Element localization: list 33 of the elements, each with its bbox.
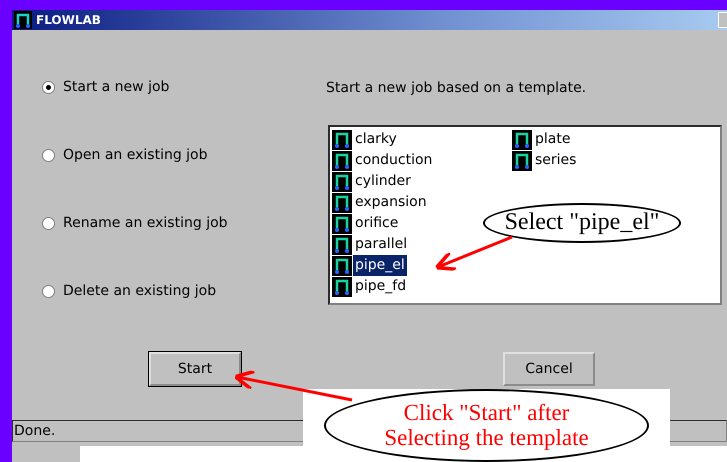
template-icon	[332, 214, 352, 234]
description-text: Start a new job based on a template.	[326, 79, 588, 98]
template-icon	[512, 130, 532, 150]
radio-button[interactable]	[42, 285, 55, 298]
callout-text: Select "pipe_el"	[504, 210, 660, 236]
template-item[interactable]: cylinder	[332, 171, 413, 192]
template-icon	[332, 256, 352, 276]
template-item[interactable]: expansion	[332, 192, 429, 213]
radio-button[interactable]	[42, 149, 55, 162]
app-icon	[14, 11, 32, 29]
template-icon	[512, 150, 532, 170]
template-icon	[332, 150, 352, 170]
template-icon	[332, 234, 352, 254]
template-item[interactable]: orifice	[332, 213, 400, 234]
template-icon	[332, 172, 352, 192]
cancel-button[interactable]: Cancel	[503, 352, 595, 386]
template-icon	[332, 130, 352, 150]
window-title: FLOWLAB	[36, 12, 101, 29]
template-icon	[332, 192, 352, 212]
template-icon	[332, 276, 352, 296]
template-item[interactable]: series	[512, 150, 578, 171]
template-item[interactable]: conduction	[332, 150, 434, 171]
template-item[interactable]: pipe_fd	[332, 276, 408, 297]
template-item[interactable]: clarky	[332, 129, 399, 150]
start-button[interactable]: Start	[149, 352, 241, 386]
radio-button[interactable]	[42, 217, 55, 230]
option-label[interactable]: Open an existing job	[63, 145, 208, 166]
option-label[interactable]: Delete an existing job	[63, 281, 216, 302]
option-label[interactable]: Start a new job	[63, 77, 170, 98]
option-label[interactable]: Rename an existing job	[63, 213, 228, 234]
template-item[interactable]: parallel	[332, 234, 410, 255]
radio-button[interactable]	[42, 81, 55, 94]
template-item[interactable]: plate	[512, 129, 572, 150]
